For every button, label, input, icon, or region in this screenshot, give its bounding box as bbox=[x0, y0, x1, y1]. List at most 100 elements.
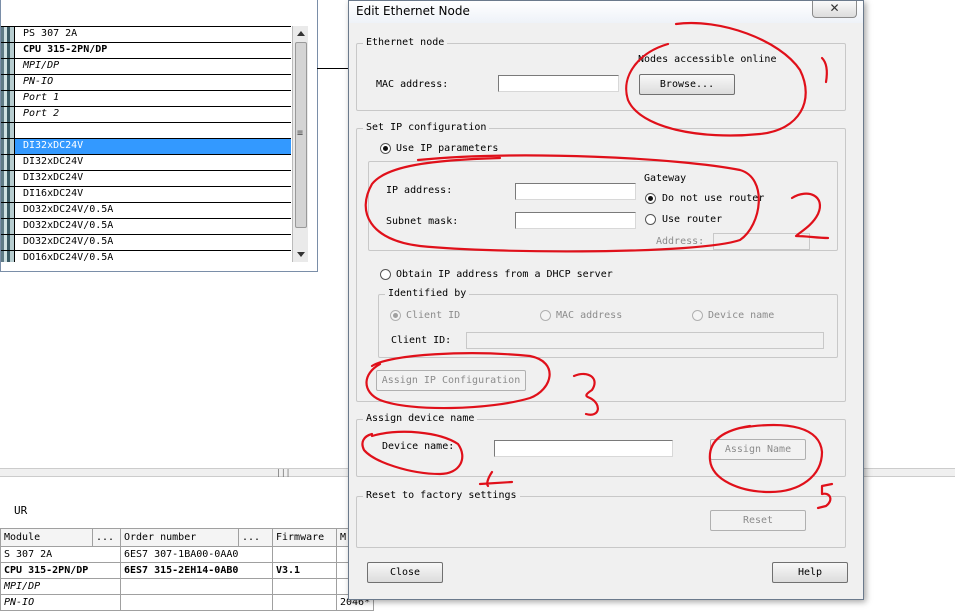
client-id-radio[interactable] bbox=[390, 310, 401, 321]
reset-factory-group: Reset to factory settings Reset bbox=[356, 490, 846, 548]
grip-icon: ≡ bbox=[297, 128, 304, 139]
use-router-radio[interactable] bbox=[645, 214, 656, 225]
module-table: Module ... Order number ... Firmware M S… bbox=[0, 528, 375, 611]
use-router-label[interactable]: Use router bbox=[662, 214, 722, 225]
col-header-module-more[interactable]: ... bbox=[92, 528, 121, 547]
col-header-module[interactable]: Module bbox=[0, 528, 93, 547]
rack-slot-row[interactable]: DI32xDC24V bbox=[1, 139, 291, 155]
client-id-field-label: Client ID: bbox=[391, 335, 452, 346]
router-address-label: Address: bbox=[656, 236, 705, 247]
rack-scrollbar[interactable]: ≡ bbox=[292, 26, 308, 262]
rack-slot-row[interactable]: CPU 315-2PN/DP bbox=[1, 43, 291, 59]
rack-slot-row[interactable]: PS 307 2A bbox=[1, 27, 291, 43]
module-icon bbox=[1, 139, 15, 154]
table-cell: 6ES7 307-1BA00-0AA0 bbox=[120, 546, 273, 563]
rack-slot-row[interactable]: DO32xDC24V/0.5A bbox=[1, 219, 291, 235]
mac-address-option-label[interactable]: MAC address bbox=[556, 310, 622, 321]
table-cell: CPU 315-2PN/DP bbox=[0, 562, 121, 579]
rack-slot-row[interactable]: DO16xDC24V/0.5A bbox=[1, 251, 291, 262]
table-row[interactable]: PN-IO 2046* bbox=[0, 594, 375, 611]
do-not-use-router-label[interactable]: Do not use router bbox=[662, 193, 764, 204]
rack-slot-row[interactable]: DO32xDC24V/0.5A bbox=[1, 203, 291, 219]
reset-factory-group-title: Reset to factory settings bbox=[363, 490, 520, 501]
mac-address-label: MAC address: bbox=[376, 79, 449, 90]
module-icon bbox=[1, 187, 15, 202]
table-cell bbox=[272, 594, 337, 611]
rack-slot-row[interactable] bbox=[1, 123, 291, 139]
subnet-mask-input[interactable] bbox=[515, 212, 636, 229]
device-name-radio[interactable] bbox=[692, 310, 703, 321]
rack-slot-label: DI32xDC24V bbox=[23, 172, 84, 183]
rack-slot-label: DO32xDC24V/0.5A bbox=[23, 204, 114, 215]
table-cell: MPI/DP bbox=[0, 578, 121, 595]
rack-slot-row[interactable]: Port 1 bbox=[1, 91, 291, 107]
assign-device-name-group: Assign device name Device name: Assign N… bbox=[356, 413, 846, 477]
ip-configuration-group: Set IP configuration Use IP parameters I… bbox=[356, 122, 846, 402]
scroll-down-icon[interactable] bbox=[297, 252, 305, 257]
table-row[interactable]: MPI/DP bbox=[0, 578, 375, 595]
do-not-use-router-radio[interactable] bbox=[645, 193, 656, 204]
rack-slot-list: PS 307 2A CPU 315-2PN/DP MPI/DP PN-IO Port 1… bbox=[1, 26, 291, 262]
rack-slot-label: DO32xDC24V/0.5A bbox=[23, 236, 114, 247]
rack-slot-row[interactable]: DI32xDC24V bbox=[1, 155, 291, 171]
scroll-up-icon[interactable] bbox=[297, 31, 305, 36]
use-ip-parameters-radio[interactable] bbox=[380, 143, 391, 154]
splitter-grip-icon: ||| bbox=[276, 468, 291, 477]
rack-slot-row[interactable]: DI32xDC24V bbox=[1, 171, 291, 187]
reset-button[interactable]: Reset bbox=[710, 510, 806, 531]
rack-slot-label: DO32xDC24V/0.5A bbox=[23, 220, 114, 231]
dialog-titlebar[interactable]: Edit Ethernet Node ✕ bbox=[349, 1, 863, 23]
table-cell bbox=[120, 578, 273, 595]
help-button[interactable]: Help bbox=[772, 562, 848, 583]
assign-name-button[interactable]: Assign Name bbox=[710, 439, 806, 460]
assign-ip-configuration-button[interactable]: Assign IP Configuration bbox=[376, 370, 526, 391]
rack-slot-label: Port 2 bbox=[23, 108, 60, 119]
dhcp-radio[interactable] bbox=[380, 269, 391, 280]
client-id-option-label[interactable]: Client ID bbox=[406, 310, 460, 321]
mac-address-input[interactable] bbox=[498, 75, 619, 92]
rack-slot-label: DI16xDC24V bbox=[23, 188, 84, 199]
table-cell: PN-IO bbox=[0, 594, 121, 611]
mac-address-radio[interactable] bbox=[540, 310, 551, 321]
rack-slot-row[interactable]: PN-IO bbox=[1, 75, 291, 91]
col-header-order-number[interactable]: Order number bbox=[120, 528, 239, 547]
table-cell: S 307 2A bbox=[0, 546, 121, 563]
network-connector-line bbox=[317, 68, 351, 69]
device-name-option-label[interactable]: Device name bbox=[708, 310, 774, 321]
edit-ethernet-node-dialog: Edit Ethernet Node ✕ Ethernet node Nodes… bbox=[348, 0, 864, 600]
table-row[interactable]: CPU 315-2PN/DP 6ES7 315-2EH14-0AB0 V3.1 bbox=[0, 562, 375, 579]
module-icon bbox=[1, 251, 15, 262]
rack-slot-label: DO16xDC24V/0.5A bbox=[23, 252, 114, 262]
rack-slot-row[interactable]: Port 2 bbox=[1, 107, 291, 123]
device-name-input[interactable] bbox=[494, 440, 673, 457]
close-icon[interactable]: ✕ bbox=[812, 1, 857, 18]
rack-slot-row[interactable]: DO32xDC24V/0.5A bbox=[1, 235, 291, 251]
ip-address-input[interactable] bbox=[515, 183, 636, 200]
close-button[interactable]: Close bbox=[367, 562, 443, 583]
rack-slot-row[interactable]: MPI/DP bbox=[1, 59, 291, 75]
table-cell bbox=[272, 578, 337, 595]
module-icon bbox=[1, 59, 15, 74]
browse-button[interactable]: Browse... bbox=[639, 74, 735, 95]
identified-by-group-title: Identified by bbox=[385, 288, 470, 299]
identified-by-group: Identified by Client ID MAC address Devi… bbox=[378, 288, 838, 358]
client-id-input[interactable] bbox=[466, 332, 824, 349]
scroll-thumb[interactable]: ≡ bbox=[295, 42, 307, 228]
rack-slot-label: CPU 315-2PN/DP bbox=[23, 44, 108, 55]
device-name-label: Device name: bbox=[382, 441, 455, 452]
col-header-firmware[interactable]: Firmware bbox=[272, 528, 337, 547]
use-ip-parameters-label[interactable]: Use IP parameters bbox=[396, 143, 498, 154]
table-row[interactable]: S 307 2A 6ES7 307-1BA00-0AA0 bbox=[0, 546, 375, 563]
rack-slot-row[interactable]: DI16xDC24V bbox=[1, 187, 291, 203]
rack-slot-label: PN-IO bbox=[23, 76, 54, 87]
dhcp-label[interactable]: Obtain IP address from a DHCP server bbox=[396, 269, 613, 280]
ip-address-label: IP address: bbox=[386, 185, 453, 196]
module-icon bbox=[1, 235, 15, 250]
rack-slot-label: DI32xDC24V bbox=[23, 140, 84, 151]
module-icon bbox=[1, 43, 15, 58]
rack-slot-label: MPI/DP bbox=[23, 60, 60, 71]
rack-window: PS 307 2A CPU 315-2PN/DP MPI/DP PN-IO Port 1… bbox=[0, 0, 318, 272]
table-cell bbox=[272, 546, 337, 563]
col-header-order-more[interactable]: ... bbox=[238, 528, 273, 547]
router-address-input[interactable] bbox=[713, 233, 810, 250]
